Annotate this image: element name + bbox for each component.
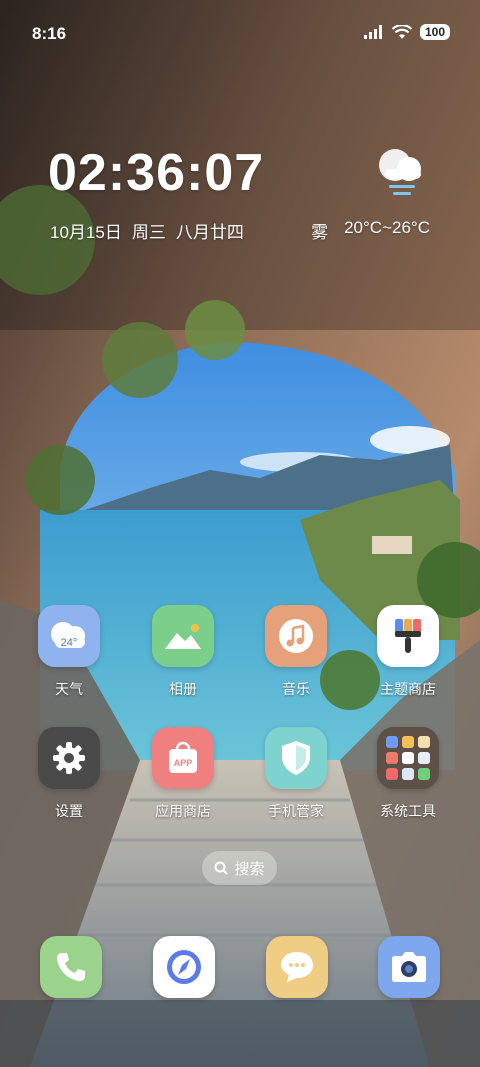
weather-app-icon: 24° bbox=[38, 605, 100, 667]
wifi-icon bbox=[391, 24, 412, 39]
app-gallery[interactable]: 相册 bbox=[131, 605, 235, 699]
app-label: 设置 bbox=[55, 803, 83, 819]
date-row[interactable]: 10月15日 周三 八月廿四 bbox=[50, 218, 244, 243]
dock-phone[interactable] bbox=[40, 936, 102, 998]
app-music[interactable]: 音乐 bbox=[244, 605, 348, 699]
search-icon bbox=[214, 861, 229, 875]
app-label: 手机管家 bbox=[268, 803, 324, 819]
battery-icon: 100 bbox=[419, 24, 450, 40]
weather-row[interactable]: 雾 20°C~26°C bbox=[311, 218, 430, 243]
app-store-icon: APP bbox=[152, 727, 214, 789]
app-app-store[interactable]: APP 应用商店 bbox=[131, 727, 235, 821]
theme-icon bbox=[377, 605, 439, 667]
dock-browser[interactable] bbox=[153, 936, 215, 998]
clock-time[interactable]: 02:36:07 bbox=[48, 143, 264, 203]
weather-condition: 雾 bbox=[311, 223, 329, 242]
app-system-tools-folder[interactable]: 系统工具 bbox=[356, 727, 460, 821]
weather-app-badge: 24° bbox=[61, 637, 78, 649]
music-icon bbox=[265, 605, 327, 667]
app-phone-manager[interactable]: 手机管家 bbox=[244, 727, 348, 821]
search-label: 搜索 bbox=[234, 860, 265, 878]
gallery-icon bbox=[152, 605, 214, 667]
date-text: 10月15日 bbox=[50, 223, 122, 242]
lunar-date-text: 八月廿四 bbox=[175, 223, 244, 242]
folder-icon bbox=[377, 727, 439, 789]
app-store-badge: APP bbox=[174, 758, 193, 768]
phone-icon bbox=[57, 953, 85, 981]
app-label: 系统工具 bbox=[380, 803, 436, 819]
app-label: 相册 bbox=[169, 681, 197, 697]
weekday-text: 周三 bbox=[131, 223, 166, 242]
app-label: 主题商店 bbox=[380, 681, 436, 697]
app-weather[interactable]: 24° 天气 bbox=[17, 605, 121, 699]
shield-icon bbox=[265, 727, 327, 789]
signal-icon bbox=[363, 25, 382, 39]
temperature-range: 20°C~26°C bbox=[344, 218, 430, 237]
app-settings[interactable]: 设置 bbox=[17, 727, 121, 821]
dock-messages[interactable] bbox=[266, 936, 328, 998]
fog-icon[interactable] bbox=[375, 145, 427, 201]
app-theme-store[interactable]: 主题商店 bbox=[356, 605, 460, 699]
messages-icon bbox=[281, 952, 313, 982]
status-bar-time: 8:16 bbox=[32, 24, 67, 43]
app-label: 音乐 bbox=[282, 681, 310, 697]
app-label: 天气 bbox=[55, 681, 83, 697]
gear-icon bbox=[38, 727, 100, 789]
status-bar-icons: 100 bbox=[363, 24, 450, 40]
dock-camera[interactable] bbox=[378, 936, 440, 998]
browser-icon bbox=[167, 950, 201, 984]
app-label: 应用商店 bbox=[155, 803, 211, 819]
camera-icon bbox=[392, 952, 426, 982]
search-button[interactable]: 搜索 bbox=[202, 851, 277, 885]
